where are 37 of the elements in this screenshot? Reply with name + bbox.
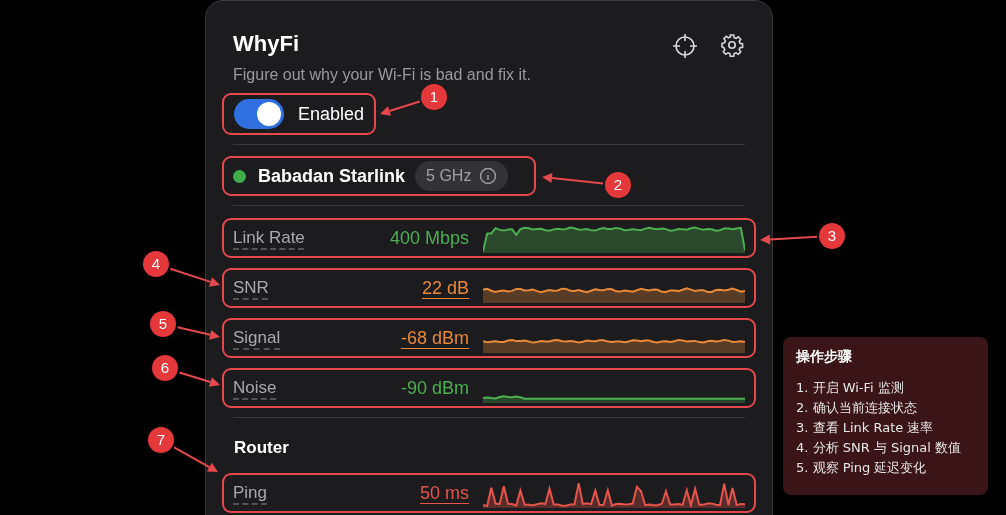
- step-item: 1. 开启 Wi-Fi 监测: [796, 379, 905, 397]
- app-title: WhyFi: [232, 30, 300, 58]
- metric-value: 400 Mbps: [389, 226, 469, 250]
- metric-label: Signal: [233, 327, 282, 350]
- step-item: 5. 观察 Ping 延迟变化: [796, 459, 928, 477]
- metric-label: SNR: [233, 277, 270, 300]
- callout-badge: 3: [819, 223, 845, 249]
- toggle-control[interactable]: Enabled: [222, 93, 376, 135]
- step-item: 2. 确认当前连接状态: [796, 399, 918, 417]
- metric-label: Ping: [233, 482, 269, 505]
- metric-value[interactable]: -68 dBm: [400, 324, 469, 352]
- metric-value: -90 dBm: [400, 376, 469, 400]
- callout-arrow: [542, 173, 605, 185]
- callout-arrow: [176, 326, 220, 340]
- metric-label: Link Rate: [233, 227, 306, 250]
- band-chip[interactable]: 5 GHz: [415, 161, 509, 191]
- callout-arrow: [380, 100, 421, 116]
- section-heading: Router: [233, 438, 290, 458]
- step-item: 4. 分析 SNR 与 Signal 数值: [796, 439, 962, 457]
- callout-arrow: [178, 371, 220, 387]
- app-subtitle: Figure out why your Wi-Fi is bad and fix it.: [232, 65, 531, 85]
- callout-badge: 6: [152, 355, 178, 381]
- callout-arrow: [760, 234, 818, 245]
- info-icon: [479, 167, 498, 185]
- settings-icon[interactable]: [720, 33, 744, 57]
- callout-badge: 5: [150, 311, 176, 337]
- network-name: Babadan Starlink: [258, 164, 406, 188]
- step-item: 3. 查看 Link Rate 速率: [796, 419, 935, 437]
- crosshair-icon[interactable]: [672, 33, 698, 59]
- steps-title: 操作步骤: [796, 347, 853, 366]
- callout-arrow: [173, 446, 218, 472]
- callout-badge: 4: [143, 251, 169, 277]
- callout-badge: 7: [148, 427, 174, 453]
- metric-label: Noise: [233, 377, 278, 400]
- metric-value[interactable]: 50 ms: [419, 479, 469, 507]
- callout-arrow: [169, 267, 220, 287]
- metric-value[interactable]: 22 dB: [421, 274, 469, 302]
